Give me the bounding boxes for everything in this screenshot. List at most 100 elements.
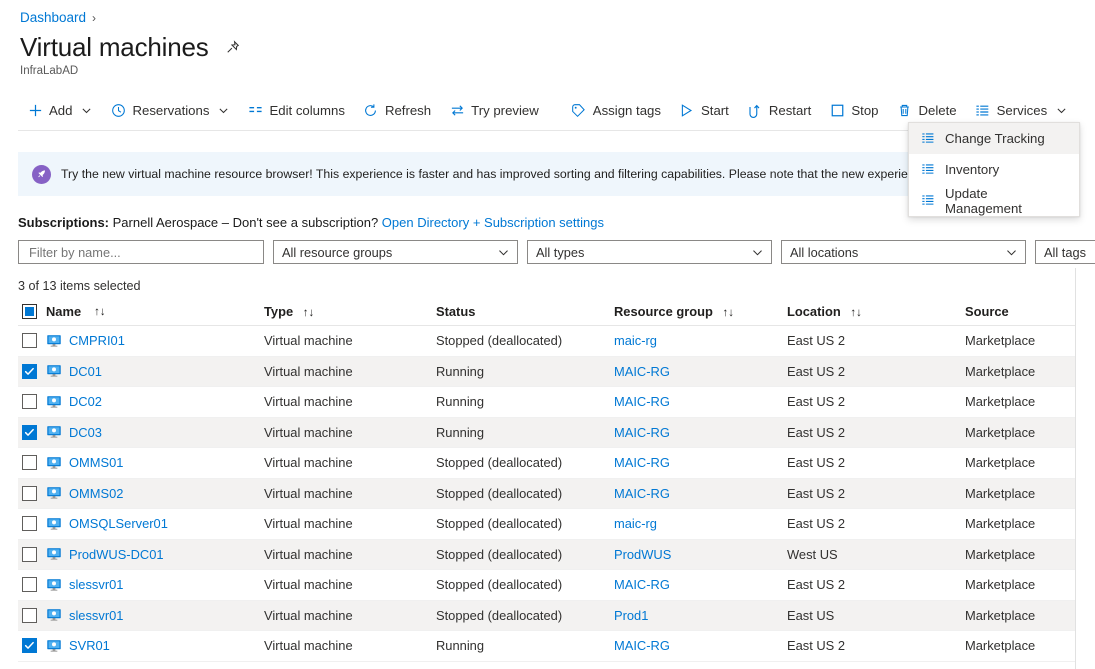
pin-icon[interactable] bbox=[223, 37, 243, 57]
menu-item-label: Change Tracking bbox=[945, 131, 1045, 146]
menu-item-inventory[interactable]: Inventory bbox=[909, 154, 1079, 185]
selection-status: 3 of 13 items selected bbox=[18, 279, 141, 293]
table-row[interactable]: ProdWUS-DC01Virtual machineStopped (deal… bbox=[18, 540, 1076, 571]
toolbar-button-delete[interactable]: Delete bbox=[888, 96, 966, 124]
toolbar-button-assign-tags[interactable]: Assign tags bbox=[562, 96, 670, 124]
table-row[interactable]: CMPRI01Virtual machineStopped (deallocat… bbox=[18, 326, 1076, 357]
location-filter[interactable]: All locations bbox=[781, 240, 1026, 264]
resource-group-link[interactable]: ProdWUS bbox=[614, 547, 671, 562]
resource-group-link[interactable]: maic-rg bbox=[614, 516, 657, 531]
row-checkbox[interactable] bbox=[22, 486, 37, 501]
chevron-down-icon bbox=[498, 247, 509, 258]
vm-name-link[interactable]: ProdWUS-DC01 bbox=[69, 547, 164, 562]
column-header-status[interactable]: Status bbox=[436, 304, 614, 319]
resource-group-link[interactable]: MAIC-RG bbox=[614, 394, 670, 409]
cell-resource-group: MAIC-RG bbox=[614, 364, 787, 379]
table-row[interactable]: slessvr01Virtual machineStopped (dealloc… bbox=[18, 601, 1076, 632]
resource-group-link[interactable]: MAIC-RG bbox=[614, 577, 670, 592]
vm-name-link[interactable]: slessvr01 bbox=[69, 577, 123, 592]
sort-icon[interactable]: ↑↓ bbox=[303, 307, 315, 319]
toolbar-button-restart[interactable]: Restart bbox=[738, 96, 821, 124]
virtual-machines-page: Dashboard› Virtual machines InfraLabAD A… bbox=[0, 0, 1095, 669]
resource-group-link[interactable]: Prod1 bbox=[614, 608, 648, 623]
vm-name-link[interactable]: SVR01 bbox=[69, 638, 110, 653]
cell-name: SVR01 bbox=[46, 638, 264, 654]
toolbar-button-refresh[interactable]: Refresh bbox=[354, 96, 440, 124]
table-row[interactable]: DC03Virtual machineRunningMAIC-RGEast US… bbox=[18, 418, 1076, 449]
cell-source: Marketplace bbox=[965, 455, 1076, 470]
vm-name-link[interactable]: DC01 bbox=[69, 364, 102, 379]
virtual-machine-icon bbox=[46, 638, 62, 654]
row-checkbox[interactable] bbox=[22, 333, 37, 348]
resource-group-link[interactable]: MAIC-RG bbox=[614, 425, 670, 440]
menu-item-update-management[interactable]: Update Management bbox=[909, 185, 1079, 216]
search-input[interactable] bbox=[27, 244, 255, 261]
toolbar-button-services[interactable]: Services bbox=[966, 96, 1077, 124]
row-checkbox[interactable] bbox=[22, 425, 37, 440]
column-header-location[interactable]: Location ↑↓ bbox=[787, 304, 965, 319]
table-row[interactable]: slessvr01Virtual machineStopped (dealloc… bbox=[18, 570, 1076, 601]
virtual-machine-icon bbox=[46, 516, 62, 532]
breadcrumb-item-dashboard[interactable]: Dashboard bbox=[20, 10, 86, 25]
resource-group-filter[interactable]: All resource groups bbox=[273, 240, 518, 264]
table-row[interactable]: OMSQLServer01Virtual machineStopped (dea… bbox=[18, 509, 1076, 540]
refresh-icon bbox=[363, 102, 379, 118]
menu-item-change-tracking[interactable]: Change Tracking bbox=[909, 123, 1079, 154]
cell-name: DC01 bbox=[46, 363, 264, 379]
vm-name-link[interactable]: OMMS02 bbox=[69, 486, 123, 501]
row-checkbox[interactable] bbox=[22, 364, 37, 379]
vm-name-link[interactable]: DC03 bbox=[69, 425, 102, 440]
toolbar-button-stop[interactable]: Stop bbox=[820, 96, 887, 124]
column-header-type[interactable]: Type ↑↓ bbox=[264, 304, 436, 319]
toolbar-button-try-preview[interactable]: Try preview bbox=[440, 96, 548, 124]
resource-group-link[interactable]: MAIC-RG bbox=[614, 455, 670, 470]
row-checkbox[interactable] bbox=[22, 608, 37, 623]
toolbar-button-add[interactable]: Add bbox=[18, 96, 101, 124]
row-checkbox[interactable] bbox=[22, 455, 37, 470]
cell-name: slessvr01 bbox=[46, 577, 264, 593]
sort-icon[interactable]: ↑↓ bbox=[850, 307, 862, 319]
sort-icon[interactable]: ↑↓ bbox=[722, 307, 734, 319]
tags-filter[interactable]: All tags bbox=[1035, 240, 1095, 264]
column-header-resource-group[interactable]: Resource group ↑↓ bbox=[614, 304, 787, 319]
columns-icon bbox=[247, 102, 263, 118]
table-row[interactable]: DC01Virtual machineRunningMAIC-RGEast US… bbox=[18, 357, 1076, 388]
table-row[interactable]: DC02Virtual machineRunningMAIC-RGEast US… bbox=[18, 387, 1076, 418]
row-select-cell bbox=[18, 425, 46, 440]
column-header-name[interactable]: Name ↑↓ bbox=[46, 304, 264, 319]
vm-name-link[interactable]: CMPRI01 bbox=[69, 333, 125, 348]
toolbar-button-reservations[interactable]: Reservations bbox=[101, 96, 238, 124]
select-all-checkbox[interactable] bbox=[22, 304, 37, 319]
filter-by-name-field[interactable] bbox=[18, 240, 264, 264]
sort-icon[interactable]: ↑↓ bbox=[94, 306, 106, 318]
select-all-cell bbox=[18, 304, 46, 319]
resource-group-link[interactable]: MAIC-RG bbox=[614, 364, 670, 379]
row-checkbox[interactable] bbox=[22, 516, 37, 531]
row-checkbox[interactable] bbox=[22, 547, 37, 562]
vm-name-link[interactable]: OMMS01 bbox=[69, 455, 123, 470]
toolbar-button-edit-columns[interactable]: Edit columns bbox=[238, 96, 354, 124]
resource-group-link[interactable]: MAIC-RG bbox=[614, 486, 670, 501]
row-checkbox[interactable] bbox=[22, 394, 37, 409]
vm-name-link[interactable]: slessvr01 bbox=[69, 608, 123, 623]
subscription-settings-link[interactable]: Open Directory + Subscription settings bbox=[382, 215, 604, 230]
cell-type: Virtual machine bbox=[264, 425, 436, 440]
resource-group-link[interactable]: MAIC-RG bbox=[614, 638, 670, 653]
column-header-source[interactable]: Source bbox=[965, 304, 1076, 319]
type-filter-value: All types bbox=[536, 245, 584, 260]
swap-icon bbox=[449, 102, 465, 118]
toolbar-button-start[interactable]: Start bbox=[670, 96, 738, 124]
virtual-machines-table: Name ↑↓ Type ↑↓ Status Resource group ↑↓… bbox=[18, 298, 1076, 662]
table-row[interactable]: SVR01Virtual machineRunningMAIC-RGEast U… bbox=[18, 631, 1076, 662]
vm-name-link[interactable]: OMSQLServer01 bbox=[69, 516, 168, 531]
cell-location: West US bbox=[787, 547, 965, 562]
chevron-down-icon bbox=[218, 105, 229, 116]
table-row[interactable]: OMMS02Virtual machineStopped (deallocate… bbox=[18, 479, 1076, 510]
resource-group-link[interactable]: maic-rg bbox=[614, 333, 657, 348]
vm-name-link[interactable]: DC02 bbox=[69, 394, 102, 409]
cell-location: East US 2 bbox=[787, 577, 965, 592]
row-checkbox[interactable] bbox=[22, 577, 37, 592]
row-checkbox[interactable] bbox=[22, 638, 37, 653]
type-filter[interactable]: All types bbox=[527, 240, 772, 264]
table-row[interactable]: OMMS01Virtual machineStopped (deallocate… bbox=[18, 448, 1076, 479]
